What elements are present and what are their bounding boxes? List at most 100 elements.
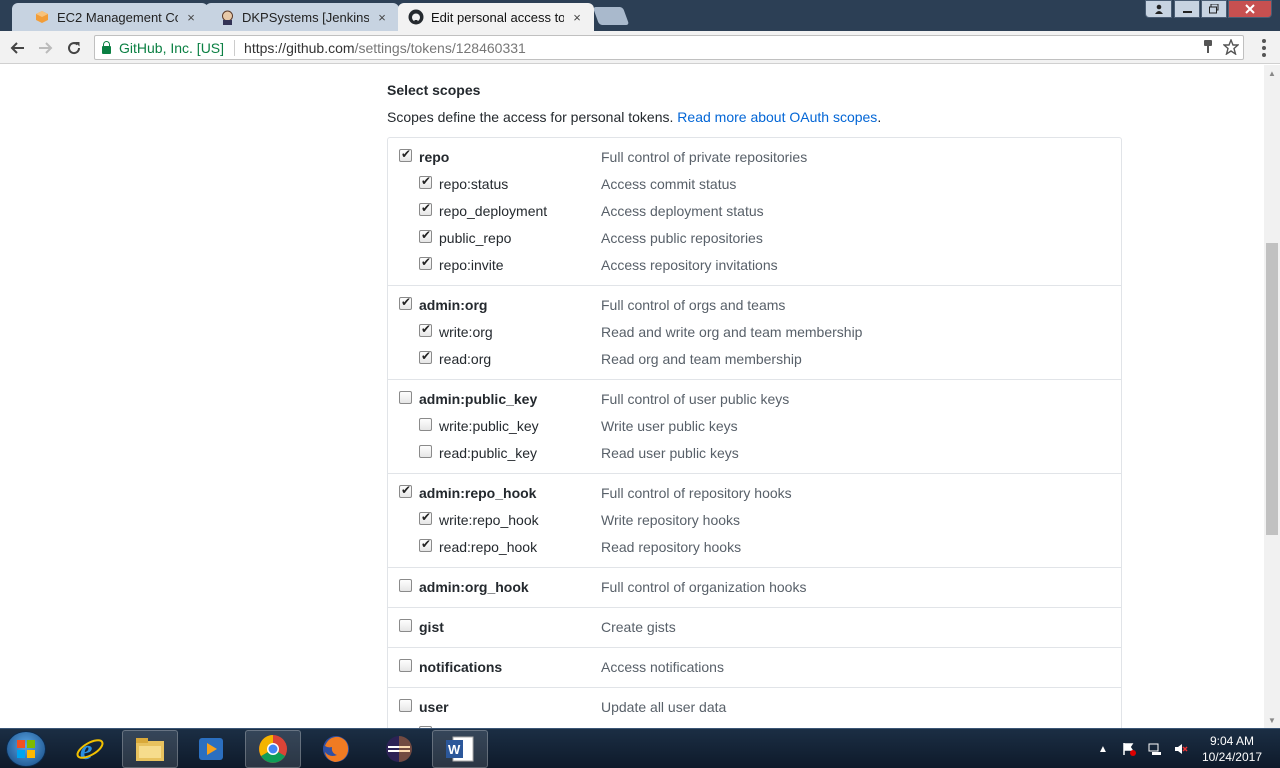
restore-icon[interactable] (1201, 0, 1227, 18)
close-icon[interactable]: × (570, 10, 584, 25)
scope-name[interactable]: repo_deployment (439, 203, 547, 219)
back-arrow-icon[interactable] (6, 37, 28, 59)
oauth-scopes-link[interactable]: Read more about OAuth scopes (677, 109, 877, 125)
scope-description: Read org and team membership (601, 351, 802, 367)
scope-name[interactable]: admin:public_key (419, 391, 537, 407)
scope-checkbox[interactable] (399, 619, 412, 632)
scope-name[interactable]: write:repo_hook (439, 512, 539, 528)
key-icon[interactable] (1203, 39, 1213, 59)
scope-name[interactable]: repo:status (439, 176, 508, 192)
scope-checkbox[interactable] (419, 510, 432, 525)
scope-name[interactable]: user (419, 699, 449, 715)
scope-description: Read user public keys (601, 445, 739, 461)
tab-edit-token[interactable]: Edit personal access toke × (398, 3, 594, 31)
word-icon[interactable]: W (432, 730, 488, 768)
scope-checkbox[interactable] (399, 483, 412, 498)
secure-indicator[interactable]: GitHub, Inc. [US] (95, 40, 224, 56)
scope-checkbox[interactable] (419, 445, 432, 458)
scope-checkbox[interactable] (399, 699, 412, 712)
github-octocat-icon (408, 9, 424, 25)
scope-name[interactable]: write:org (439, 324, 493, 340)
scope-description: Read repository hooks (601, 539, 742, 555)
svg-text:W: W (448, 742, 461, 757)
scope-checkbox[interactable] (419, 228, 432, 243)
scope-checkbox[interactable] (419, 322, 432, 337)
scope-name[interactable]: admin:org_hook (419, 579, 529, 595)
system-tray: ▲ 9:04 AM 10/24/2017 (1090, 729, 1280, 768)
volume-muted-icon[interactable] (1173, 741, 1189, 757)
media-player-icon[interactable] (183, 730, 239, 768)
scope-name[interactable]: admin:org (419, 297, 487, 313)
scope-checkbox[interactable] (419, 537, 432, 552)
taskbar-clock[interactable]: 9:04 AM 10/24/2017 (1202, 733, 1262, 765)
scope-description: Full control of user public keys (601, 391, 790, 407)
scroll-thumb[interactable] (1266, 243, 1278, 535)
scope-name[interactable]: read:org (439, 351, 491, 367)
scope-description: Create gists (601, 619, 676, 635)
forward-arrow-icon[interactable] (35, 37, 57, 59)
address-bar[interactable]: GitHub, Inc. [US] https://github.com/set… (94, 35, 1244, 60)
file-explorer-icon[interactable] (122, 730, 178, 768)
scope-group: admin:repo_hook Full control of repositor… (388, 473, 1121, 567)
network-icon[interactable] (1147, 741, 1163, 757)
user-profile-icon[interactable] (1145, 0, 1172, 18)
scope-name[interactable]: public_repo (439, 230, 511, 246)
scope-checkbox[interactable] (419, 418, 432, 431)
scope-group: notifications Access notifications (388, 647, 1121, 687)
page-scrollbar[interactable]: ▲ ▼ (1264, 65, 1280, 728)
minimize-icon[interactable] (1174, 0, 1200, 18)
scope-checkbox[interactable] (399, 295, 412, 310)
scope-checkbox[interactable] (399, 391, 412, 404)
scope-description: Full control of repository hooks (601, 485, 792, 501)
chrome-icon[interactable] (245, 730, 301, 768)
internet-explorer-icon[interactable]: e (62, 730, 118, 768)
scope-row: repo:status Access commit status (388, 171, 1121, 198)
eclipse-icon[interactable] (371, 730, 427, 768)
scope-row: user Update all user data (388, 694, 1121, 721)
scope-checkbox[interactable] (419, 349, 432, 364)
scroll-down-arrow-icon[interactable]: ▼ (1264, 712, 1280, 728)
description-text: Scopes define the access for personal to… (387, 109, 674, 125)
window-close-icon[interactable] (1228, 0, 1272, 18)
scope-checkbox[interactable] (399, 659, 412, 672)
secure-label: GitHub, Inc. [US] (119, 39, 225, 56)
scope-description: Full control of organization hooks (601, 579, 807, 595)
scope-row: gist Create gists (388, 614, 1121, 641)
chrome-menu-icon[interactable] (1262, 39, 1266, 57)
action-center-flag-icon[interactable] (1121, 741, 1137, 757)
scope-checkbox[interactable] (419, 174, 432, 189)
reload-icon[interactable] (63, 37, 85, 59)
start-button[interactable] (6, 731, 46, 767)
tab-ec2-console[interactable]: EC2 Management Conso × (12, 3, 208, 31)
firefox-icon[interactable] (308, 730, 364, 768)
close-icon[interactable]: × (184, 10, 198, 25)
scope-checkbox[interactable] (399, 147, 412, 162)
scope-description: Access notifications (601, 659, 724, 675)
show-hidden-icons-icon[interactable]: ▲ (1095, 741, 1111, 757)
scope-group: admin:public_key Full control of user pub… (388, 379, 1121, 473)
scroll-up-arrow-icon[interactable]: ▲ (1264, 65, 1280, 81)
scope-checkbox[interactable] (399, 579, 412, 592)
scope-group: repo Full control of private repositories… (388, 138, 1121, 285)
scope-row: repo_deployment Access deployment status (388, 198, 1121, 225)
scope-row: admin:org_hook Full control of organizati… (388, 574, 1121, 601)
scope-name[interactable]: notifications (419, 659, 502, 675)
url-path: /settings/tokens/128460331 (354, 39, 526, 56)
scopes-list: repo Full control of private repositories… (387, 137, 1122, 728)
scope-name[interactable]: repo:invite (439, 257, 504, 273)
scope-name[interactable]: write:public_key (439, 418, 539, 434)
tab-jenkins[interactable]: DKPSystems [Jenkins] × (205, 3, 399, 31)
scope-checkbox[interactable] (419, 201, 432, 216)
scope-name[interactable]: read:public_key (439, 445, 537, 461)
tab-title: EC2 Management Conso (57, 9, 178, 25)
scope-name[interactable]: admin:repo_hook (419, 485, 536, 501)
scope-checkbox[interactable] (419, 255, 432, 270)
new-tab-button[interactable] (592, 7, 630, 25)
scope-name[interactable]: repo (419, 149, 449, 165)
scope-name[interactable]: read:repo_hook (439, 539, 537, 555)
scope-name[interactable]: gist (419, 619, 444, 635)
bookmark-star-icon[interactable] (1222, 38, 1240, 59)
scope-row: notifications Access notifications (388, 654, 1121, 681)
divider (234, 39, 236, 56)
close-icon[interactable]: × (375, 10, 389, 25)
